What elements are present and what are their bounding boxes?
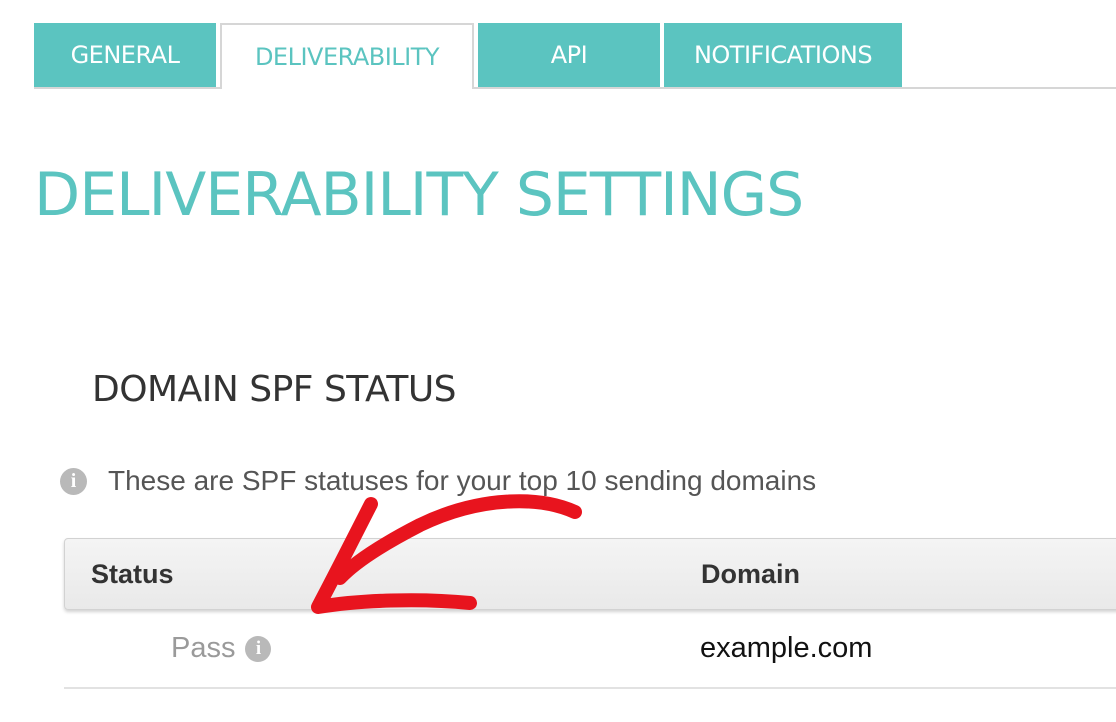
domain-cell: example.com: [700, 632, 873, 664]
spf-info-note: i These are SPF statuses for your top 10…: [60, 464, 816, 498]
status-info-icon[interactable]: i: [245, 635, 272, 662]
status-cell: Pass i: [171, 610, 272, 687]
status-value: Pass: [171, 632, 236, 664]
spf-status-table: Status Domain Pass i example.com: [64, 538, 1116, 689]
tab-notifications[interactable]: NOTIFICATIONS: [664, 23, 902, 87]
table-header: Status Domain: [64, 538, 1116, 610]
tab-general[interactable]: GENERAL: [34, 23, 216, 87]
settings-tabs: GENERAL DELIVERABILITY API NOTIFICATIONS: [34, 23, 1116, 89]
tab-deliverability[interactable]: DELIVERABILITY: [220, 23, 474, 89]
info-icon: i: [60, 467, 87, 495]
settings-page: GENERAL DELIVERABILITY API NOTIFICATIONS…: [0, 0, 1116, 722]
spf-info-text: These are SPF statuses for your top 10 s…: [108, 465, 817, 496]
column-header-status: Status: [91, 559, 174, 589]
table-row: Pass i example.com: [64, 610, 1116, 689]
page-title: DELIVERABILITY SETTINGS: [34, 160, 804, 230]
section-title-domain-spf-status: DOMAIN SPF STATUS: [92, 369, 457, 410]
tab-api[interactable]: API: [478, 23, 660, 87]
column-header-domain: Domain: [701, 559, 801, 589]
